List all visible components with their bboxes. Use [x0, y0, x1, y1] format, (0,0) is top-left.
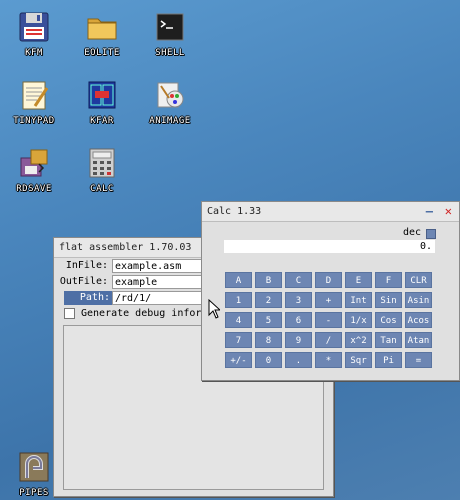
- mode-label: dec: [403, 227, 422, 238]
- calc-key[interactable]: -: [315, 312, 342, 328]
- desktop-icon-calc[interactable]: CALC: [70, 146, 134, 194]
- desktop-icon-rdsave[interactable]: RDSAVE: [2, 146, 66, 194]
- desktop-icon-label: KFAR: [90, 116, 114, 126]
- calc-key[interactable]: Sqr: [345, 352, 372, 368]
- calc-key[interactable]: +: [315, 292, 342, 308]
- calc-key[interactable]: *: [315, 352, 342, 368]
- calc-key[interactable]: 2: [255, 292, 282, 308]
- calc-key[interactable]: 4: [225, 312, 252, 328]
- mouse-cursor-icon: [208, 299, 220, 319]
- calc-key[interactable]: 9: [285, 332, 312, 348]
- dual-panel-icon: [85, 78, 119, 112]
- desktop-icon-eolite[interactable]: EOLITE: [70, 10, 134, 58]
- calc-window[interactable]: Calc 1.33 — ✕ dec 0. A B C D E F CLR 1 2 3 + Int Sin…: [201, 201, 460, 381]
- calc-key[interactable]: A: [225, 272, 252, 288]
- calc-display: 0.: [224, 240, 435, 253]
- calc-key[interactable]: +/-: [225, 352, 252, 368]
- path-label[interactable]: Path:: [64, 291, 112, 305]
- calc-key[interactable]: 8: [255, 332, 282, 348]
- calc-key[interactable]: D: [315, 272, 342, 288]
- mode-indicator[interactable]: [426, 229, 436, 239]
- desktop-icon-label: CALC: [90, 184, 114, 194]
- calc-key[interactable]: 1: [225, 292, 252, 308]
- desktop-icon-tinypad[interactable]: TINYPAD: [2, 78, 66, 126]
- calc-key[interactable]: /: [315, 332, 342, 348]
- desktop-icon-label: TINYPAD: [13, 116, 55, 126]
- calc-key[interactable]: B: [255, 272, 282, 288]
- pipes-icon: [17, 450, 51, 484]
- calc-key[interactable]: Tan: [375, 332, 402, 348]
- desktop-icon-label: RDSAVE: [16, 184, 52, 194]
- desktop-icon-animage[interactable]: ANIMAGE: [138, 78, 202, 126]
- calc-key[interactable]: Pi: [375, 352, 402, 368]
- calc-key[interactable]: Sin: [375, 292, 402, 308]
- calc-key[interactable]: F: [375, 272, 402, 288]
- outfile-label: OutFile:: [59, 276, 108, 287]
- desktop-icon-label: KFM: [25, 48, 43, 58]
- desktop-icon-kfar[interactable]: KFAR: [70, 78, 134, 126]
- calc-key[interactable]: 0: [255, 352, 282, 368]
- desktop-icon-label: SHELL: [155, 48, 185, 58]
- calc-titlebar[interactable]: Calc 1.33 — ✕: [202, 202, 459, 222]
- infile-label: InFile:: [65, 260, 108, 271]
- calc-keypad: A B C D E F CLR 1 2 3 + Int Sin Asin 4 5 6-1/x Cos Acos 7 8 9…: [225, 272, 435, 370]
- calc-key[interactable]: Asin: [405, 292, 432, 308]
- rdsave-icon: [17, 146, 51, 180]
- close-button[interactable]: ✕: [445, 202, 452, 221]
- minimize-button[interactable]: —: [426, 202, 433, 221]
- calc-key[interactable]: Cos: [375, 312, 402, 328]
- desktop-icon-label: EOLITE: [84, 48, 120, 58]
- desktop-icon-kfm[interactable]: KFM: [2, 10, 66, 58]
- calculator-icon: [85, 146, 119, 180]
- calc-key[interactable]: 5: [255, 312, 282, 328]
- calc-title: Calc 1.33: [207, 206, 262, 217]
- calc-key[interactable]: 6: [285, 312, 312, 328]
- calc-key[interactable]: CLR: [405, 272, 432, 288]
- calc-key[interactable]: Acos: [405, 312, 432, 328]
- terminal-icon: [153, 10, 187, 44]
- debug-label: Generate debug infor: [81, 308, 202, 319]
- calc-key[interactable]: Atan: [405, 332, 432, 348]
- floppy-icon: [17, 10, 51, 44]
- folder-icon: [85, 10, 119, 44]
- calc-key[interactable]: .: [285, 352, 312, 368]
- calc-key[interactable]: 7: [225, 332, 252, 348]
- calc-key[interactable]: Int: [345, 292, 372, 308]
- calc-key[interactable]: x^2: [345, 332, 372, 348]
- desktop-icon-label: ANIMAGE: [149, 116, 191, 126]
- desktop-icon-shell[interactable]: SHELL: [138, 10, 202, 58]
- calc-key[interactable]: 3: [285, 292, 312, 308]
- debug-checkbox[interactable]: [64, 308, 75, 319]
- notepad-icon: [17, 78, 51, 112]
- calc-key[interactable]: C: [285, 272, 312, 288]
- paint-icon: [153, 78, 187, 112]
- calc-key[interactable]: 1/x: [345, 312, 372, 328]
- calc-key[interactable]: E: [345, 272, 372, 288]
- calc-key[interactable]: =: [405, 352, 432, 368]
- fasm-title: flat assembler 1.70.03: [59, 242, 192, 253]
